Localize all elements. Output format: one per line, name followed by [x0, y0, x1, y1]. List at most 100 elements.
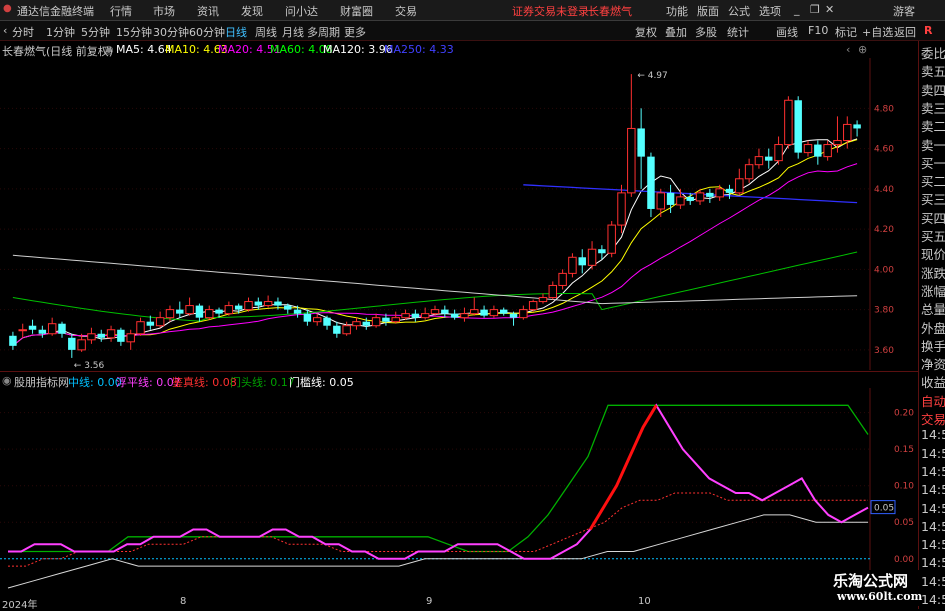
- period-15min[interactable]: 15分钟: [116, 24, 152, 40]
- candle-body-down: [499, 309, 508, 314]
- panel-item-24[interactable]: 14:56: [921, 482, 945, 497]
- menu-item-market[interactable]: 市场: [153, 3, 175, 19]
- panel-divider: [0, 371, 918, 372]
- candle-body-down: [725, 188, 734, 193]
- panel-item-12: 涨跌: [921, 265, 945, 281]
- candle-body-down: [58, 323, 66, 334]
- period-more[interactable]: 更多: [344, 24, 366, 40]
- menu-item-wealth[interactable]: 财富圈: [340, 3, 373, 19]
- expand-icon[interactable]: ⊕: [858, 43, 867, 56]
- panel-item-2: 卖四: [921, 82, 945, 98]
- candle-body-down: [68, 337, 76, 350]
- menu-item-formula[interactable]: 公式: [728, 3, 750, 19]
- candle-body-down: [215, 309, 223, 314]
- candle-body-up: [715, 188, 724, 198]
- adjust-button[interactable]: 复权: [635, 24, 657, 40]
- panel-item-23[interactable]: 14:56: [921, 464, 945, 479]
- menu-item-options[interactable]: 选项: [759, 3, 781, 19]
- period-daily[interactable]: 日线: [225, 24, 247, 40]
- watermark-url: www.60lt.com: [837, 590, 923, 603]
- period-60min[interactable]: 60分钟: [189, 24, 225, 40]
- menu-item-layout[interactable]: 版面: [697, 3, 719, 19]
- panel-item-30[interactable]: 14:56: [921, 592, 945, 607]
- indicator-tick-label: 0.15: [894, 445, 914, 455]
- menu-item-function[interactable]: 功能: [666, 3, 688, 19]
- restore-icon[interactable]: ❐: [810, 3, 820, 16]
- settings-circle-icon[interactable]: ◉: [104, 43, 114, 56]
- menu-bar: ● 通达信金融终端 行情 市场 资讯 发现 问小达 财富圈 交易 证券交易未登录…: [0, 0, 945, 21]
- period-1min[interactable]: 1分钟: [46, 24, 75, 40]
- price-tick-label: 4.00: [874, 265, 894, 275]
- r-badge: R: [924, 24, 933, 37]
- candle-body-up: [607, 224, 616, 254]
- chevron-icon[interactable]: ‹: [846, 43, 850, 56]
- period-monthly[interactable]: 月线: [282, 24, 304, 40]
- ma120-label: MA120: 3.96: [323, 43, 393, 56]
- panel-item-5: 卖一: [921, 137, 945, 153]
- panel-item-28[interactable]: 14:56: [921, 555, 945, 570]
- chevron-left-icon[interactable]: ‹: [3, 24, 7, 37]
- multi-stock-button[interactable]: 多股: [695, 24, 717, 40]
- candle-body-down: [480, 309, 488, 316]
- app-title: 通达信金融终端: [17, 5, 94, 18]
- panel-item-25[interactable]: 14:56: [921, 501, 945, 516]
- candle-body-up: [803, 144, 813, 154]
- panel-item-3: 卖三: [921, 100, 945, 116]
- candle-body-up: [823, 144, 832, 158]
- candle-body-down: [382, 317, 390, 322]
- mark-button[interactable]: 标记: [835, 24, 857, 40]
- candle-body-up: [676, 196, 685, 206]
- price-tick-label: 3.80: [874, 306, 894, 316]
- panel-item-20[interactable]: 交易: [921, 409, 945, 428]
- add-watchlist-button[interactable]: +自选: [862, 24, 893, 40]
- minimize-icon[interactable]: _: [794, 3, 800, 16]
- candle-body-down: [303, 313, 312, 322]
- date-label-sep: 9: [426, 596, 433, 607]
- guest-label[interactable]: 游客: [893, 3, 915, 19]
- price-tick-label: 4.20: [874, 225, 894, 235]
- candle-body-up: [401, 313, 410, 319]
- candle-body-down: [323, 317, 331, 326]
- candle-body-down: [637, 128, 645, 157]
- candle-body-down: [441, 309, 449, 314]
- panel-item-26[interactable]: 14:56: [921, 519, 945, 534]
- f10-button[interactable]: F10: [808, 24, 828, 37]
- candle-body-up: [695, 192, 705, 202]
- panel-item-11: 现价: [921, 247, 945, 263]
- indicator-settings-icon[interactable]: ◉: [2, 374, 12, 387]
- period-multi[interactable]: 多周期: [307, 24, 340, 40]
- candle-body-up: [77, 339, 86, 351]
- menu-item-quotes[interactable]: 行情: [110, 3, 132, 19]
- panel-item-19[interactable]: 自动: [921, 391, 945, 410]
- menu-item-xiaoda[interactable]: 问小达: [285, 3, 318, 19]
- panel-item-22[interactable]: 14:56: [921, 446, 945, 461]
- panel-item-27[interactable]: 14:56: [921, 537, 945, 552]
- menu-item-news[interactable]: 资讯: [197, 3, 219, 19]
- indicator-chart[interactable]: 0.20 0.15 0.10 0.05 0.00 0.05: [0, 388, 918, 598]
- stock-name-header: 长春燃气: [588, 5, 632, 18]
- period-5min[interactable]: 5分钟: [81, 24, 110, 40]
- period-toolbar: ‹ 分时 1分钟 5分钟 15分钟 30分钟 60分钟 日线 周线 月线 多周期…: [0, 21, 945, 41]
- menu-item-trade[interactable]: 交易: [395, 3, 417, 19]
- chart-title: 长春燃气(日线 前复权): [2, 45, 114, 58]
- price-tick-label: 4.60: [874, 145, 894, 155]
- period-weekly[interactable]: 周线: [255, 24, 277, 40]
- price-tick-label: 3.60: [874, 346, 894, 356]
- back-button[interactable]: 返回: [894, 24, 916, 40]
- panel-item-21[interactable]: 14:56: [921, 427, 945, 442]
- candle-body-up: [833, 140, 842, 146]
- price-chart[interactable]: 4.80 4.60 4.40 4.20 4.00 3.80 3.60 ← 4.97 ← 3.…: [0, 58, 918, 370]
- overlay-button[interactable]: 叠加: [665, 24, 687, 40]
- date-label-oct: 10: [638, 596, 651, 607]
- candle-body-up: [489, 309, 499, 317]
- close-icon[interactable]: ✕: [825, 3, 834, 16]
- period-30min[interactable]: 30分钟: [153, 24, 189, 40]
- login-warning[interactable]: 证券交易未登录: [512, 3, 589, 19]
- stats-button[interactable]: 统计: [727, 24, 749, 40]
- period-intraday[interactable]: 分时: [12, 24, 34, 40]
- candle-body-down: [765, 156, 773, 161]
- panel-item-15: 外盘: [921, 320, 945, 336]
- draw-button[interactable]: 画线: [776, 24, 798, 40]
- panel-item-29[interactable]: 14:56: [921, 574, 945, 589]
- menu-item-discover[interactable]: 发现: [241, 3, 263, 19]
